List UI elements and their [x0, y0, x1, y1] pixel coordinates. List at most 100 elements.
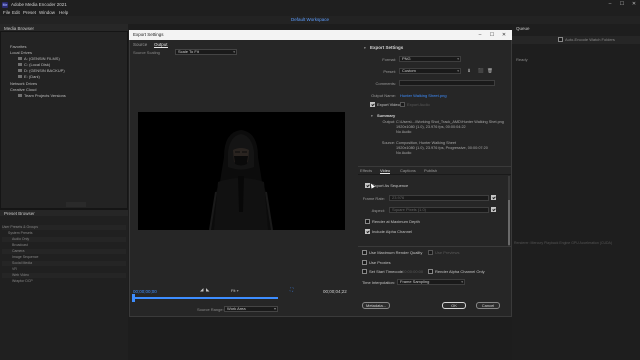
timecode-in[interactable]: 00;00;00;00	[133, 289, 157, 294]
list-item[interactable]: Image Sequence	[2, 255, 126, 260]
summary-heading: Summary	[377, 113, 396, 118]
render-alpha-only-checkbox[interactable]	[428, 269, 433, 274]
folder-icon	[18, 94, 22, 98]
use-proxies-label: Use Proxies	[369, 260, 391, 265]
tab-source[interactable]: Source	[133, 42, 147, 47]
delete-preset-icon[interactable]: 🗑	[487, 68, 493, 74]
source-range-select[interactable]: Work Area ▾	[224, 306, 278, 312]
preset-browser-title: Preset Browser	[4, 211, 35, 216]
menu-preset[interactable]: Preset	[23, 10, 36, 15]
tree-item-favorites[interactable]: Favorites	[10, 44, 26, 49]
tree-item-drive-a[interactable]: A: (GENSIN FILMS)	[18, 56, 60, 61]
zoom-fit-select[interactable]: Fit ▾	[231, 288, 251, 294]
queue-panel	[512, 24, 640, 360]
max-render-quality-checkbox[interactable]	[362, 250, 367, 255]
export-video-label: Export Video	[377, 102, 400, 107]
aspect-select[interactable]: Square Pixels (1.0)	[389, 207, 489, 213]
tree-item-local-drives[interactable]: Local Drives	[10, 50, 32, 55]
auto-encode-checkbox[interactable]	[558, 37, 563, 42]
import-preset-icon[interactable]: ⬛	[478, 68, 484, 74]
save-preset-icon[interactable]: ⬇	[466, 68, 472, 74]
dialog-close-icon[interactable]: ✕	[498, 30, 510, 40]
aspect-label: Aspect:	[371, 208, 385, 213]
tab-captions[interactable]: Captions	[400, 168, 416, 173]
maximize-icon[interactable]: ☐	[616, 0, 628, 9]
chevron-down-icon: ▾	[457, 69, 459, 73]
scrollbar-thumb[interactable]	[508, 200, 510, 245]
drive-icon	[18, 57, 22, 61]
export-video-checkbox[interactable]	[370, 102, 375, 107]
menu-edit[interactable]: Edit	[12, 10, 20, 15]
list-item[interactable]: VR	[2, 267, 126, 272]
tree-item-team-projects[interactable]: Team Projects Versions	[18, 93, 66, 98]
tree-item-drive-d[interactable]: D: (GENSIN BACKUP)	[18, 68, 65, 73]
use-previews-label: Use Previews	[435, 250, 460, 255]
queue-title: Queue	[516, 26, 530, 31]
format-select[interactable]: PNG ▾	[399, 56, 461, 62]
source-scaling-select[interactable]: Scale To Fit ▾	[175, 49, 237, 55]
use-previews-checkbox[interactable]	[428, 250, 433, 255]
dialog-maximize-icon[interactable]: ☐	[486, 30, 498, 40]
use-proxies-checkbox[interactable]	[362, 260, 367, 265]
output-preview	[138, 112, 345, 230]
dialog-minimize-icon[interactable]: –	[474, 30, 486, 40]
menu-window[interactable]: Window	[39, 10, 55, 15]
work-area-range-bar[interactable]	[133, 297, 278, 299]
workspace-tab-default[interactable]: Default Workspace	[290, 17, 330, 23]
minimize-icon[interactable]: –	[604, 0, 616, 9]
metadata-button[interactable]: Metadata...	[362, 302, 390, 309]
renderer-footer: Renderer: Mercury Playback Engine GPU Ac…	[514, 241, 613, 245]
render-max-depth-checkbox[interactable]	[365, 219, 370, 224]
list-item[interactable]: Camera	[2, 249, 126, 254]
frame-rate-label: Frame Rate:	[362, 196, 385, 201]
tab-publish[interactable]: Publish	[424, 168, 437, 173]
tab-video[interactable]: Video	[380, 168, 391, 174]
source-range-label: Source Range:	[197, 307, 224, 312]
list-item[interactable]: User Presets & Groups	[2, 225, 126, 230]
format-label: Format:	[382, 57, 396, 62]
set-start-timecode-checkbox[interactable]	[362, 269, 367, 274]
list-item[interactable]: Web Video	[2, 273, 126, 278]
tree-item-network-drives[interactable]: Network Drives	[10, 81, 37, 86]
app-title: Adobe Media Encoder 2021	[11, 1, 67, 7]
tab-output[interactable]: Output	[154, 42, 168, 48]
list-item[interactable]: System Presets	[2, 231, 126, 236]
frame-rate-match-checkbox[interactable]	[491, 195, 496, 200]
crop-icon[interactable]: ⛶	[290, 287, 293, 292]
output-name-link[interactable]: Hunter Walking Sheet.png	[400, 93, 447, 98]
include-alpha-checkbox[interactable]	[365, 229, 370, 234]
chevron-down-icon[interactable]: ▾	[364, 46, 366, 50]
tab-effects[interactable]: Effects	[360, 168, 372, 173]
hooded-figure-image	[138, 112, 345, 230]
list-item[interactable]: Broadcast	[2, 243, 126, 248]
tree-item-drive-e[interactable]: E: (Dani)	[18, 74, 40, 79]
time-interpolation-select[interactable]: Frame Sampling ▾	[397, 279, 465, 285]
list-item[interactable]: Audio Only	[2, 237, 126, 242]
export-audio-checkbox[interactable]	[400, 102, 405, 107]
tree-item-creative-cloud[interactable]: Creative Cloud	[10, 87, 36, 92]
ok-button[interactable]: OK	[442, 302, 466, 309]
queue-status: Ready	[516, 57, 528, 62]
export-as-sequence-label: Export As Sequence	[372, 183, 409, 188]
list-item[interactable]: Social Media	[2, 261, 126, 266]
start-timecode-value[interactable]: 00:00:00:00	[402, 269, 423, 274]
dialog-title: Export Settings	[133, 32, 164, 37]
close-icon[interactable]: ✕	[628, 0, 640, 9]
auto-encode-label: Auto-Encode Watch Folders	[565, 37, 615, 42]
tree-item-drive-c[interactable]: C: (Local Disk)	[18, 62, 50, 67]
mark-in-icon[interactable]: ◢	[200, 287, 203, 293]
preset-select[interactable]: Custom ▾	[399, 68, 461, 74]
playhead[interactable]	[132, 294, 135, 302]
cancel-button[interactable]: Cancel	[476, 302, 500, 309]
menu-file[interactable]: File	[3, 10, 10, 15]
comments-input[interactable]	[399, 80, 495, 86]
chevron-down-icon[interactable]: ▾	[371, 114, 373, 118]
menu-help[interactable]: Help	[59, 10, 68, 15]
summary-output-text: C:\Users\...\Working Shot_Track_AMD\Hunt…	[396, 120, 504, 134]
frame-rate-select[interactable]: 23.976	[389, 195, 489, 201]
list-item[interactable]: Wraptor DCP	[2, 279, 126, 284]
view-toggle-icons[interactable]	[66, 202, 86, 207]
mark-out-icon[interactable]: ◣	[206, 287, 209, 293]
aspect-match-checkbox[interactable]	[491, 207, 496, 212]
summary-source-text: Composition, Hunter Walking Sheet 1920x1…	[396, 141, 488, 155]
